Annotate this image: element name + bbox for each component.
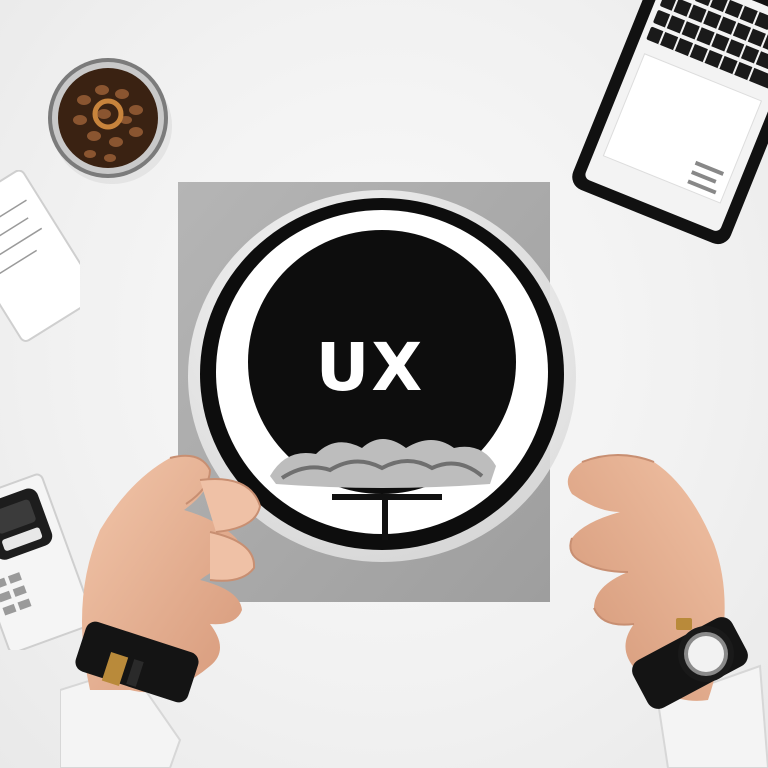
notebook-icon <box>0 170 80 350</box>
desk-scene: UX <box>0 0 768 768</box>
coffee-bean-tin <box>44 54 174 184</box>
left-hand <box>60 440 280 768</box>
right-hand <box>508 440 768 768</box>
sign-label: UX <box>315 329 425 406</box>
tablet-icon <box>560 0 768 260</box>
